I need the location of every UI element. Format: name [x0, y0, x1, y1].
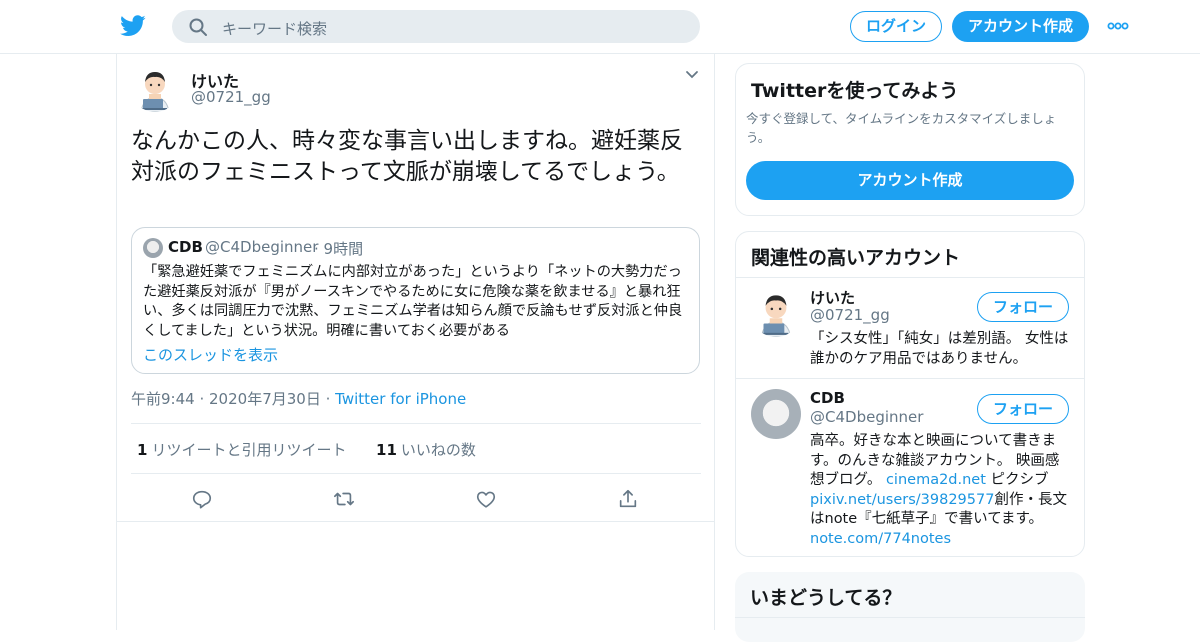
chevron-down-icon[interactable]	[685, 70, 699, 80]
tweet-meta: 午前9:44 · 2020年7月30日 · Twitter for iPhone	[131, 388, 466, 409]
related-accounts-card: 関連性の高いアカウント けいた @0721_gg フォロー 「シス女性」「純女」…	[735, 231, 1085, 557]
likes-count: 11	[376, 441, 397, 459]
follow-button[interactable]: フォロー	[977, 394, 1069, 424]
avatar[interactable]	[751, 287, 801, 337]
meta-separator: ·	[325, 390, 336, 408]
related-accounts-title: 関連性の高いアカウント	[751, 247, 961, 269]
avatar	[143, 238, 163, 258]
likes-label: いいねの数	[400, 441, 476, 459]
search-icon	[189, 18, 207, 36]
quote-time: 9時間	[323, 240, 364, 258]
tweet-text: なんかこの人、時々変な事言い出しますね。避妊薬反対派のフェミニストって文脈が崩壊…	[131, 128, 683, 185]
quote-author-handle: @C4Dbeginner	[205, 238, 319, 256]
tweet-stats: 1 リツイートと引用リツイート 11 いいねの数	[137, 439, 476, 460]
tweet-time[interactable]: 午前9:44	[131, 390, 195, 408]
retweet-icon[interactable]	[333, 488, 355, 510]
quote-timestamp: · 9時間	[314, 240, 364, 258]
quote-text: 「緊急避妊薬でフェミニズムに内部対立があった」というより「ネットの大勢力だった避…	[143, 264, 683, 339]
twitter-bird-icon[interactable]	[120, 14, 146, 38]
reply-icon[interactable]	[191, 488, 213, 510]
bio-link[interactable]: cinema2d.net	[886, 472, 986, 488]
avatar[interactable]	[131, 64, 179, 112]
divider	[131, 473, 701, 474]
quote-author-name: CDB	[168, 238, 203, 256]
account-handle[interactable]: @0721_gg	[810, 306, 890, 324]
signup-button[interactable]: アカウント作成	[952, 11, 1089, 42]
signup-card-description: 今すぐ登録して、タイムラインをカスタマイズしましょう。	[746, 111, 1057, 145]
signup-card-button[interactable]: アカウント作成	[746, 161, 1074, 200]
account-handle[interactable]: @C4Dbeginner	[810, 408, 923, 426]
bio-link[interactable]: note.com/774notes	[810, 531, 951, 547]
divider	[117, 521, 714, 522]
top-nav-bar: キーワード検索 ログイン アカウント作成	[0, 0, 1200, 54]
divider	[736, 277, 1084, 278]
bio-link[interactable]: pixiv.net/users/39829577	[810, 492, 994, 508]
account-bio: 「シス女性」「純女」は差別語。 女性は誰かのケア用品ではありません。	[810, 331, 1069, 367]
trends-card: いまどうしてる？	[735, 572, 1085, 642]
tweet-date[interactable]: 2020年7月30日	[209, 390, 321, 408]
tweet-detail: けいた @0721_gg なんかこの人、時々変な事言い出しますね。避妊薬反対派の…	[116, 54, 715, 630]
meta-separator: ·	[199, 390, 210, 408]
follow-button[interactable]: フォロー	[977, 292, 1069, 322]
signup-card-title: Twitterを使ってみよう	[751, 80, 959, 102]
signup-card: Twitterを使ってみよう 今すぐ登録して、タイムラインをカスタマイズしましょ…	[735, 63, 1085, 216]
retweets-count: 1	[137, 441, 148, 459]
more-dots-icon[interactable]	[1107, 20, 1129, 32]
trends-title: いまどうしてる？	[750, 587, 902, 609]
login-button[interactable]: ログイン	[850, 11, 942, 42]
retweets-stat[interactable]: 1 リツイートと引用リツイート	[137, 441, 346, 459]
tweet-source-link[interactable]: Twitter for iPhone	[335, 390, 466, 408]
search-input[interactable]: キーワード検索	[222, 18, 327, 39]
share-icon[interactable]	[617, 488, 639, 510]
like-icon[interactable]	[475, 488, 497, 510]
account-bio: 高卒。好きな本と映画について書きます。のんきな雑談アカウント。 映画感想ブログ。…	[810, 432, 1072, 549]
bio-text: ピクシブ	[985, 472, 1049, 488]
author-handle[interactable]: @0721_gg	[191, 88, 271, 106]
avatar[interactable]	[751, 389, 801, 439]
divider	[735, 617, 1085, 618]
divider	[131, 423, 701, 424]
quoted-tweet[interactable]: CDB @C4Dbeginner · 9時間 「緊急避妊薬でフェミニズムに内部対…	[131, 227, 700, 374]
account-name[interactable]: CDB	[810, 389, 845, 407]
divider	[736, 378, 1084, 379]
search-box[interactable]: キーワード検索	[172, 10, 700, 43]
account-name[interactable]: けいた	[810, 287, 855, 308]
likes-stat[interactable]: 11 いいねの数	[376, 441, 476, 459]
retweets-label: リツイートと引用リツイート	[151, 441, 347, 459]
show-thread-link[interactable]: このスレッドを表示	[143, 344, 278, 365]
